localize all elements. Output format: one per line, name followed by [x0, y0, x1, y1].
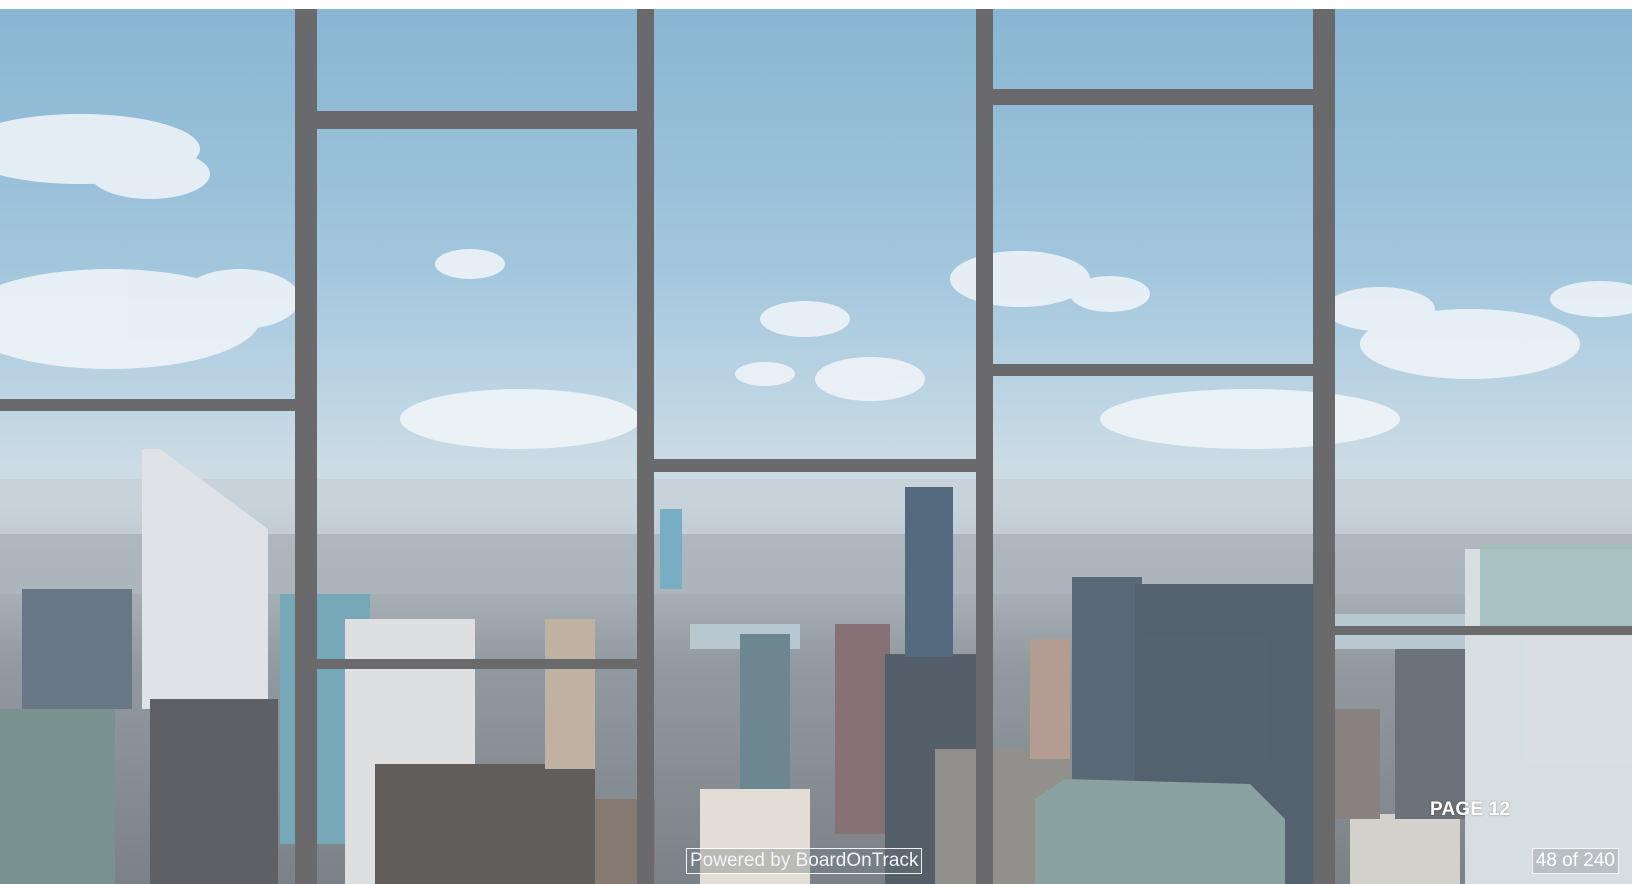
page-label: PAGE 12: [1430, 799, 1511, 820]
slide-viewer: PAGE 12 Powered by BoardOnTrack 48 of 24…: [0, 9, 1632, 884]
city-skyline-window-image: [0, 9, 1632, 884]
powered-by-link[interactable]: Powered by BoardOnTrack: [685, 848, 923, 874]
page-counter: 48 of 240: [1531, 848, 1620, 874]
